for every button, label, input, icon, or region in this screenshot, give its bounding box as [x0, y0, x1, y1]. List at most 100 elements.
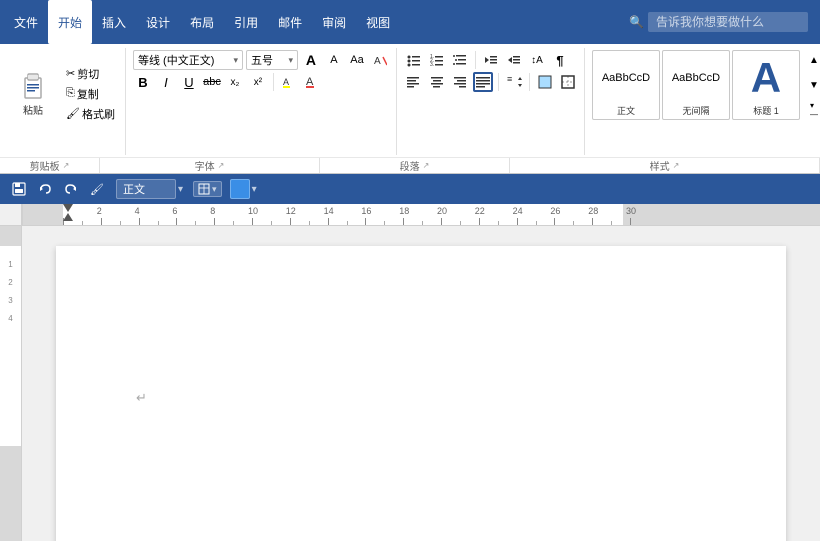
- paste-label: 粘贴: [23, 102, 43, 117]
- font-shrink-button[interactable]: A: [324, 50, 344, 70]
- styles-scroll-down[interactable]: ▼: [804, 75, 820, 95]
- ribbon-content: 粘贴 ✂ 剪切 ⎘ 复制 🖌 格式刷 等线: [0, 44, 820, 157]
- menu-item-references[interactable]: 引用: [224, 0, 268, 44]
- font-family-select[interactable]: 等线 (中文正文) ▾: [133, 50, 243, 70]
- qa-redo-button[interactable]: [60, 178, 82, 200]
- highlight-button[interactable]: A: [279, 72, 299, 92]
- ruler-canvas: 24681012141618202224262830: [23, 204, 820, 225]
- document-area: 1 2 3 4 ↵: [0, 226, 820, 541]
- menu-item-file[interactable]: 文件: [4, 0, 48, 44]
- menu-item-mail[interactable]: 邮件: [268, 0, 312, 44]
- format-painter-icon: 🖌: [66, 107, 80, 120]
- menu-item-insert[interactable]: 插入: [92, 0, 136, 44]
- styles-expand-icon: ↗: [673, 161, 680, 170]
- style-normal-preview: AaBbCcD: [596, 55, 656, 101]
- numbering-button[interactable]: 1. 2. 3.: [427, 50, 447, 70]
- qa-format-painter-button[interactable]: 🖌: [86, 178, 108, 200]
- style-no-spacing-preview: AaBbCcD: [666, 55, 726, 101]
- search-icon: 🔍: [629, 15, 644, 29]
- qa-undo-button[interactable]: [34, 178, 56, 200]
- paragraph-group: 1. 2. 3.: [398, 48, 585, 155]
- font-grow-button[interactable]: A: [301, 50, 321, 70]
- document-page[interactable]: ↵: [56, 246, 786, 541]
- qa-save-button[interactable]: [8, 178, 30, 200]
- line-spacing-button[interactable]: ≡: [504, 72, 524, 92]
- font-color-button[interactable]: A: [302, 72, 322, 92]
- styles-scroll-up[interactable]: ▲: [804, 50, 820, 70]
- color-button[interactable]: [230, 179, 250, 199]
- subscript-button[interactable]: x₂: [225, 72, 245, 92]
- clipboard-group: 粘贴 ✂ 剪切 ⎘ 复制 🖌 格式刷: [2, 48, 126, 155]
- font-group: 等线 (中文正文) ▾ 五号 ▾ A A Aa A B I U abc x: [127, 48, 397, 155]
- horizontal-ruler[interactable]: 24681012141618202224262830: [22, 204, 820, 225]
- table-button[interactable]: ▾: [193, 181, 222, 197]
- svg-text:≡: ≡: [507, 74, 512, 84]
- styles-expand[interactable]: ▾—: [804, 100, 820, 120]
- italic-button[interactable]: I: [156, 72, 176, 92]
- font-row2: B I U abc x₂ x² A A: [133, 72, 322, 92]
- style-normal[interactable]: AaBbCcD 正文: [592, 50, 660, 120]
- align-center-button[interactable]: [427, 72, 447, 92]
- menu-item-review[interactable]: 审阅: [312, 0, 356, 44]
- menu-item-home[interactable]: 开始: [48, 0, 92, 44]
- document-paragraph-mark[interactable]: ↵: [136, 388, 706, 409]
- style-selector: 正文 ▾: [116, 179, 183, 199]
- font-expand-icon: ↗: [218, 161, 225, 170]
- paragraph-expand-icon: ↗: [423, 161, 430, 170]
- font-size-chevron: ▾: [288, 55, 293, 66]
- style-cards: AaBbCcD 正文 AaBbCcD 无间隔 A 标题 1: [592, 50, 820, 120]
- sort-button[interactable]: ↕A: [527, 50, 547, 70]
- borders-button[interactable]: [558, 72, 578, 92]
- strikethrough-button[interactable]: abc: [202, 72, 222, 92]
- menu-bar: 文件 开始 插入 设计 布局 引用 邮件 审阅 视图 🔍: [0, 0, 820, 44]
- underline-button[interactable]: U: [179, 72, 199, 92]
- clipboard-sub: ✂ 剪切 ⎘ 复制 🖌 格式刷: [62, 50, 119, 137]
- clipboard-expand-icon: ↗: [63, 161, 70, 170]
- font-label-cell[interactable]: 字体 ↗: [100, 158, 320, 173]
- bold-button[interactable]: B: [133, 72, 153, 92]
- bullets-button[interactable]: [404, 50, 424, 70]
- ruler-corner: [0, 204, 22, 225]
- ribbon-labels: 剪贴板 ↗ 字体 ↗ 段落 ↗ 样式 ↗: [0, 157, 820, 173]
- superscript-button[interactable]: x²: [248, 72, 268, 92]
- decrease-indent-button[interactable]: [481, 50, 501, 70]
- document-text-cursor-line[interactable]: [136, 366, 706, 388]
- search-input[interactable]: [648, 12, 808, 32]
- menu-item-design[interactable]: 设计: [136, 0, 180, 44]
- multilevel-list-button[interactable]: [450, 50, 470, 70]
- style-selector-box[interactable]: 正文: [116, 179, 176, 199]
- style-heading1[interactable]: A 标题 1: [732, 50, 800, 120]
- font-size-select[interactable]: 五号 ▾: [246, 50, 298, 70]
- show-hide-button[interactable]: ¶: [550, 50, 570, 70]
- align-right-button[interactable]: [450, 72, 470, 92]
- separator1: [273, 73, 274, 91]
- indent-marker[interactable]: [63, 204, 73, 221]
- style-heading1-label: 标题 1: [753, 104, 779, 117]
- font-case-button[interactable]: Aa: [347, 50, 367, 70]
- ruler-area: 24681012141618202224262830: [0, 204, 820, 226]
- format-painter-button[interactable]: 🖌 格式刷: [62, 105, 119, 123]
- increase-indent-button[interactable]: [504, 50, 524, 70]
- clear-formatting-button[interactable]: A: [370, 50, 390, 70]
- para-row2: ≡: [404, 72, 578, 92]
- clipboard-label-cell[interactable]: 剪贴板 ↗: [0, 158, 100, 173]
- color-selector: ▾: [230, 179, 257, 199]
- style-normal-label: 正文: [617, 104, 635, 117]
- menu-item-view[interactable]: 视图: [356, 0, 400, 44]
- copy-icon: ⎘: [66, 87, 75, 100]
- styles-group: AaBbCcD 正文 AaBbCcD 无间隔 A 标题 1: [586, 48, 818, 155]
- paste-button[interactable]: 粘贴: [8, 50, 58, 137]
- cut-button[interactable]: ✂ 剪切: [62, 65, 119, 83]
- justify-button[interactable]: [473, 72, 493, 92]
- ribbon: 粘贴 ✂ 剪切 ⎘ 复制 🖌 格式刷 等线: [0, 44, 820, 174]
- search-area: 🔍: [621, 0, 816, 44]
- copy-button[interactable]: ⎘ 复制: [62, 85, 119, 103]
- menu-item-layout[interactable]: 布局: [180, 0, 224, 44]
- align-left-button[interactable]: [404, 72, 424, 92]
- style-no-spacing[interactable]: AaBbCcD 无间隔: [662, 50, 730, 120]
- shading-button[interactable]: [535, 72, 555, 92]
- page-container[interactable]: ↵: [22, 226, 820, 541]
- table-insert: ▾: [193, 181, 222, 197]
- styles-label-cell[interactable]: 样式 ↗: [510, 158, 820, 173]
- paragraph-label-cell[interactable]: 段落 ↗: [320, 158, 510, 173]
